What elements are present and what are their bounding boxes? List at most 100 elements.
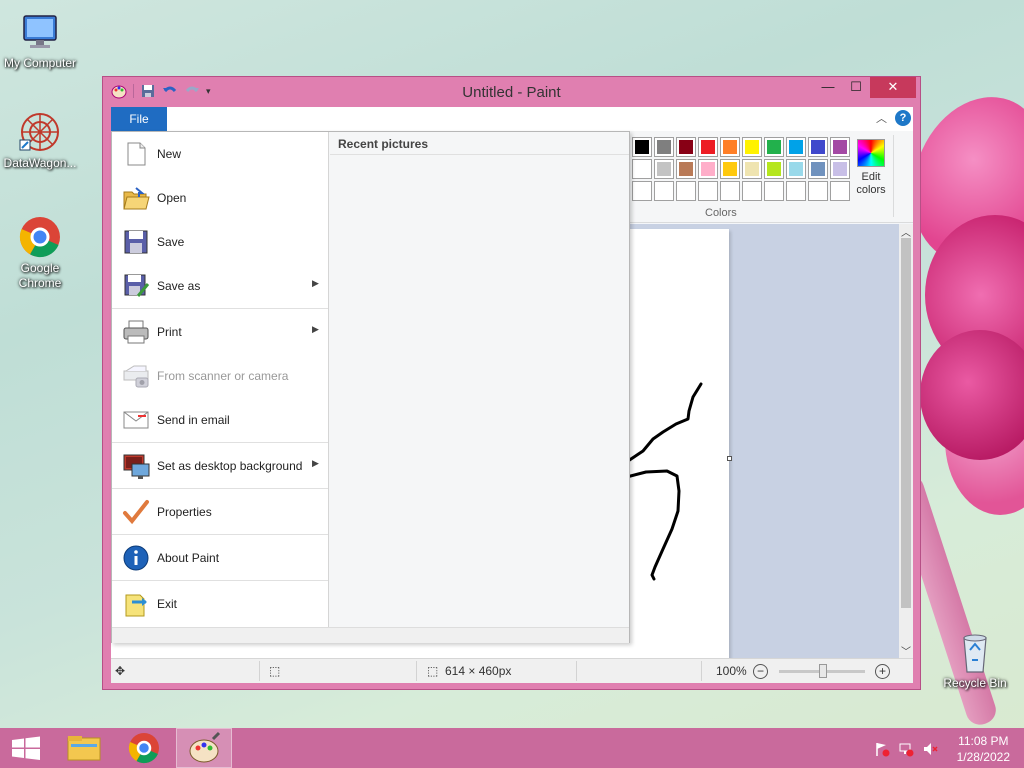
color-swatch[interactable] bbox=[786, 159, 806, 179]
file-menu-item-exit[interactable]: Exit bbox=[112, 582, 328, 626]
file-menu-footer bbox=[112, 627, 629, 643]
color-palette bbox=[632, 137, 850, 201]
close-button[interactable]: ✕ bbox=[870, 77, 916, 98]
colors-group-label: Colors bbox=[705, 207, 737, 219]
maximize-button[interactable]: ☐ bbox=[842, 77, 870, 98]
color-swatch[interactable] bbox=[698, 159, 718, 179]
minimize-ribbon-icon[interactable]: ︿ bbox=[876, 110, 887, 126]
desktop-icon-label: Recycle Bin bbox=[943, 676, 1007, 690]
color-swatch[interactable] bbox=[676, 137, 696, 157]
edit-colors-label: Edit colors bbox=[856, 171, 886, 196]
color-swatch[interactable] bbox=[808, 181, 828, 201]
color-swatch[interactable] bbox=[720, 137, 740, 157]
file-menu-item-about-paint[interactable]: About Paint bbox=[112, 536, 328, 580]
new-file-icon bbox=[122, 140, 150, 168]
file-menu-separator bbox=[112, 308, 328, 309]
color-swatch[interactable] bbox=[654, 137, 674, 157]
desktop-icon-google-chrome[interactable]: Google Chrome bbox=[0, 215, 80, 291]
color-swatch[interactable] bbox=[632, 159, 652, 179]
color-swatch[interactable] bbox=[632, 181, 652, 201]
color-swatch-fill bbox=[745, 184, 759, 198]
file-menu-item-new[interactable]: New bbox=[112, 132, 328, 176]
color-swatch-fill bbox=[745, 140, 759, 154]
color-swatch[interactable] bbox=[830, 181, 850, 201]
network-icon[interactable] bbox=[898, 741, 914, 757]
color-swatch[interactable] bbox=[698, 137, 718, 157]
color-swatch-fill bbox=[701, 140, 715, 154]
file-menu-item-label: About Paint bbox=[157, 551, 220, 565]
file-menu-item-properties[interactable]: Properties bbox=[112, 490, 328, 534]
color-swatch[interactable] bbox=[786, 137, 806, 157]
desktop-icon-my-computer[interactable]: My Computer bbox=[0, 10, 80, 71]
zoom-in-button[interactable]: + bbox=[875, 664, 890, 679]
taskbar-file-explorer[interactable] bbox=[56, 728, 112, 768]
color-swatch[interactable] bbox=[742, 137, 762, 157]
color-swatch[interactable] bbox=[654, 181, 674, 201]
color-swatch[interactable] bbox=[676, 181, 696, 201]
color-swatch-fill bbox=[789, 184, 803, 198]
scroll-up-icon[interactable]: ︿ bbox=[899, 224, 913, 239]
color-swatch-fill bbox=[679, 162, 693, 176]
file-menu-item-save[interactable]: Save bbox=[112, 220, 328, 264]
clock-date: 1/28/2022 bbox=[956, 750, 1010, 764]
file-menu-item-print[interactable]: Print ▶ bbox=[112, 310, 328, 354]
start-button[interactable] bbox=[0, 728, 56, 768]
color-swatch[interactable] bbox=[830, 137, 850, 157]
desktop-icon-recycle-bin[interactable]: Recycle Bin bbox=[935, 630, 1015, 691]
color-swatch[interactable] bbox=[808, 137, 828, 157]
color-swatch[interactable] bbox=[764, 181, 784, 201]
zoom-slider-thumb[interactable] bbox=[819, 664, 827, 678]
color-swatch[interactable] bbox=[720, 159, 740, 179]
printer-icon bbox=[122, 318, 150, 346]
color-swatch[interactable] bbox=[676, 159, 696, 179]
action-center-flag-icon[interactable] bbox=[874, 741, 890, 757]
file-menu-separator bbox=[112, 488, 328, 489]
color-swatch[interactable] bbox=[808, 159, 828, 179]
chrome-icon bbox=[128, 733, 159, 764]
file-menu-item-open[interactable]: Open bbox=[112, 176, 328, 220]
color-swatch[interactable] bbox=[698, 181, 718, 201]
computer-icon bbox=[18, 10, 62, 54]
file-menu-item-label: Save bbox=[157, 235, 185, 249]
zoom-out-button[interactable]: − bbox=[753, 664, 768, 679]
color-swatch[interactable] bbox=[742, 159, 762, 179]
recycle-bin-icon bbox=[953, 630, 997, 674]
file-tab[interactable]: File bbox=[111, 107, 167, 131]
color-swatch[interactable] bbox=[786, 181, 806, 201]
desktop-icon-datawagon[interactable]: DataWagon... bbox=[0, 110, 80, 171]
properties-checkmark-icon bbox=[122, 498, 150, 526]
color-swatch[interactable] bbox=[764, 159, 784, 179]
system-clock[interactable]: 11:08 PM 1/28/2022 bbox=[957, 733, 1010, 765]
file-menu-item-set-as-desktop-background[interactable]: Set as desktop background ▶ bbox=[112, 444, 328, 488]
edit-colors-button[interactable]: Edit colors bbox=[853, 137, 889, 197]
desktop-background-icon bbox=[122, 452, 150, 480]
file-menu-item-label: New bbox=[157, 147, 182, 161]
color-swatch[interactable] bbox=[830, 159, 850, 179]
resize-handle[interactable] bbox=[727, 456, 732, 461]
taskbar-paint[interactable] bbox=[176, 728, 232, 768]
color-swatch-fill bbox=[635, 162, 649, 176]
file-menu-item-label: Send in email bbox=[157, 413, 230, 427]
color-swatch[interactable] bbox=[742, 181, 762, 201]
file-menu-commands: New Open Save Save as ▶ Print ▶ From scanner or… bbox=[112, 132, 329, 627]
file-menu-item-send-in-email[interactable]: Send in email bbox=[112, 398, 328, 442]
taskbar-chrome[interactable] bbox=[116, 728, 172, 768]
color-swatch-fill bbox=[657, 184, 671, 198]
file-menu-item-save-as[interactable]: Save as ▶ bbox=[112, 264, 328, 308]
scroll-down-icon[interactable]: ﹀ bbox=[899, 643, 913, 658]
scrollbar-thumb[interactable] bbox=[901, 238, 911, 608]
help-icon[interactable]: ? bbox=[895, 110, 911, 126]
volume-muted-icon[interactable] bbox=[922, 741, 938, 757]
color-swatch-fill bbox=[789, 140, 803, 154]
minimize-button[interactable]: — bbox=[814, 77, 842, 98]
color-swatch[interactable] bbox=[654, 159, 674, 179]
color-swatch[interactable] bbox=[632, 137, 652, 157]
submenu-arrow-icon: ▶ bbox=[312, 324, 319, 334]
color-swatch-fill bbox=[723, 184, 737, 198]
color-swatch-fill bbox=[833, 140, 847, 154]
color-swatch-fill bbox=[657, 140, 671, 154]
vertical-scrollbar[interactable]: ︿ ﹀ bbox=[899, 224, 913, 658]
color-swatch[interactable] bbox=[720, 181, 740, 201]
title-bar[interactable]: ▾ Untitled - Paint — ☐ ✕ bbox=[103, 77, 920, 107]
color-swatch[interactable] bbox=[764, 137, 784, 157]
